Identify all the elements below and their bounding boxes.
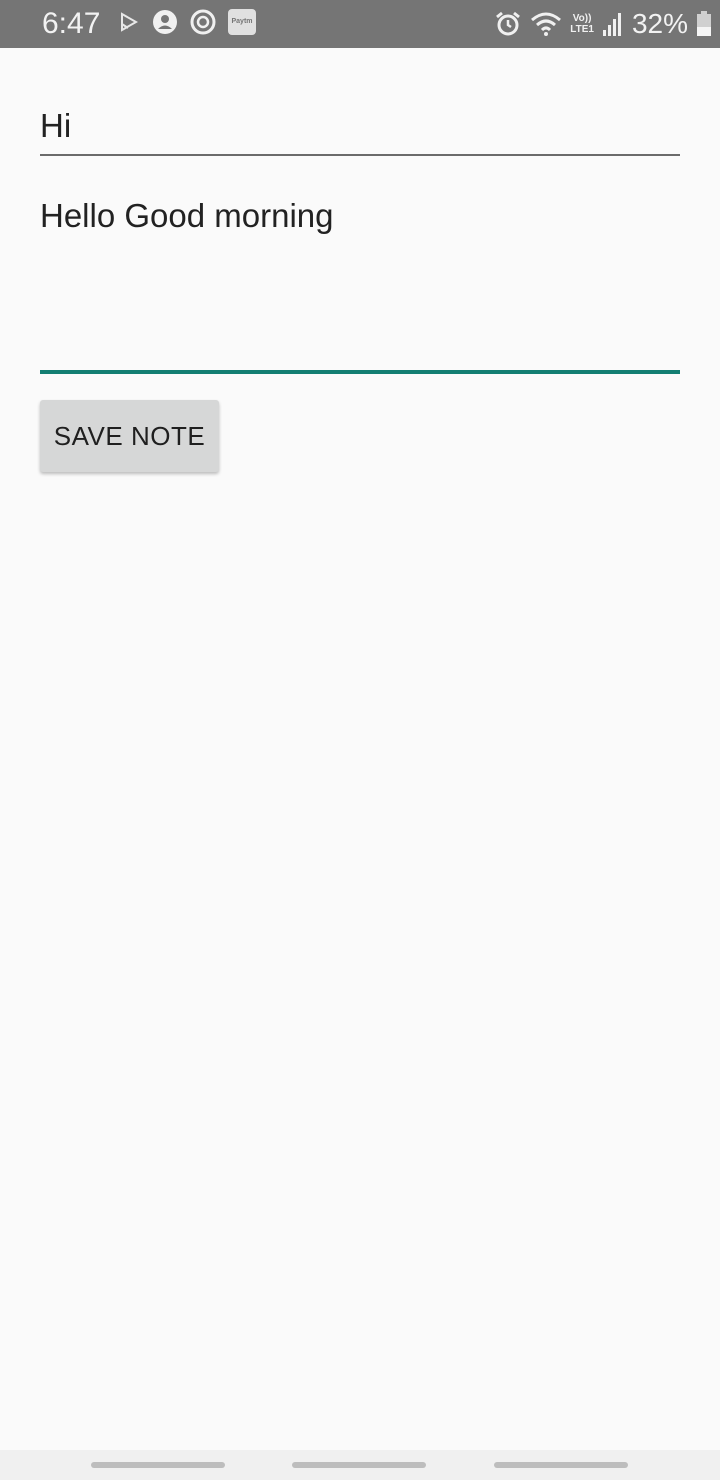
home-nav-button[interactable]	[292, 1462, 426, 1468]
lte-label: LTE1	[570, 24, 594, 35]
cast-icon	[118, 11, 140, 33]
recents-nav-button[interactable]	[91, 1462, 225, 1468]
back-nav-button[interactable]	[494, 1462, 628, 1468]
account-circle-icon	[152, 9, 178, 35]
signal-icon	[602, 12, 624, 36]
alarm-icon	[494, 10, 522, 38]
system-status-icons: Vo)) LTE1 32%	[494, 6, 712, 42]
wifi-icon	[530, 11, 562, 37]
volte-lte-icon: Vo)) LTE1	[570, 13, 594, 35]
status-bar: 6:47 Paytm Vo)) LTE1 32%	[0, 0, 720, 48]
volte-label: Vo))	[572, 13, 592, 24]
battery-icon	[696, 11, 712, 37]
note-title-input[interactable]: Hi	[40, 100, 680, 156]
sync-circle-icon	[190, 9, 216, 35]
notification-icons: Paytm	[118, 9, 256, 35]
save-note-button[interactable]: SAVE NOTE	[40, 400, 219, 472]
paytm-icon: Paytm	[228, 9, 256, 35]
battery-percent: 32%	[631, 8, 688, 39]
note-body-input[interactable]: Hello Good morning	[40, 188, 680, 374]
status-time: 6:47	[42, 7, 101, 40]
navigation-bar	[0, 1450, 720, 1480]
